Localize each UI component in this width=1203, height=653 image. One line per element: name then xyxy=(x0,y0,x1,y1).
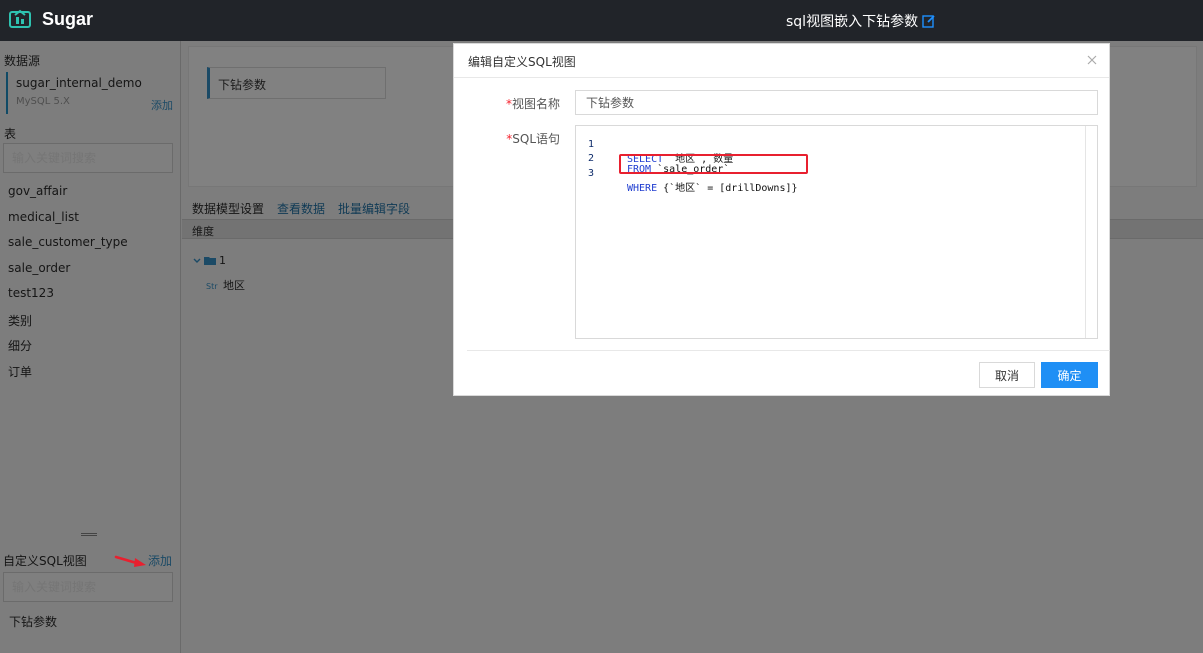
view-name-label-text: 视图名称 xyxy=(511,97,560,111)
tables-heading: 表 xyxy=(4,127,17,141)
sql-keyword: WHERE xyxy=(627,183,658,194)
modal-header: 编辑自定义SQL视图 xyxy=(454,44,1109,78)
report-title-text: sql视图嵌入下钻参数 xyxy=(786,14,919,30)
view-name-input[interactable] xyxy=(575,90,1098,115)
tab-view-data[interactable]: 查看数据 xyxy=(277,200,325,217)
line-number: 3 xyxy=(588,168,595,179)
sql-label-text: SQL语句 xyxy=(512,132,560,146)
sql-views-heading: 自定义SQL视图 xyxy=(3,554,87,568)
tree-folder[interactable]: 1 xyxy=(193,254,226,267)
top-bar: Sugar sql视图嵌入下钻参数 xyxy=(0,0,1203,41)
chevron-down-icon xyxy=(193,258,201,263)
datasource-heading: 数据源 xyxy=(4,54,41,68)
datasource-name: sugar_internal_demo xyxy=(16,76,142,90)
field-type-badge: Str xyxy=(206,282,218,291)
tree-field[interactable]: Str 地区 xyxy=(206,277,245,293)
edit-icon[interactable] xyxy=(922,14,936,28)
table-item[interactable]: test123 xyxy=(8,286,128,312)
datasource-add-link[interactable]: 添加 xyxy=(151,97,173,113)
logo[interactable]: Sugar xyxy=(8,7,93,31)
datasource-type: MySQL 5.X xyxy=(16,96,70,107)
table-item[interactable]: 细分 xyxy=(8,337,128,363)
ok-button[interactable]: 确定 xyxy=(1041,362,1098,388)
modal-title: 编辑自定义SQL视图 xyxy=(468,55,576,69)
tree-field-label: 地区 xyxy=(223,279,246,292)
table-item[interactable]: 类别 xyxy=(8,312,128,338)
code-line: 2 FROM `sale_order` xyxy=(576,142,729,175)
red-arrow-annotation-icon xyxy=(114,555,146,567)
sql-view-add-link[interactable]: 添加 xyxy=(148,552,172,569)
sql-views-header: 自定义SQL视图 添加 xyxy=(0,552,181,569)
table-item[interactable]: sale_customer_type xyxy=(8,235,128,261)
table-item[interactable]: gov_affair xyxy=(8,184,128,210)
editor-scrollbar[interactable] xyxy=(1085,126,1097,338)
code-line: 1 SELECT `地区`,`数量` xyxy=(576,128,739,165)
edit-sql-view-modal: 编辑自定义SQL视图 *视图名称 *SQL语句 1 SELECT `地区`,`数… xyxy=(453,43,1110,396)
code-text: WHERE {`地区` = [drillDowns]} xyxy=(627,179,798,194)
view-name-label: *视图名称 xyxy=(506,95,560,112)
model-tabs: 数据模型设置 查看数据 批量编辑字段 xyxy=(192,200,410,217)
folder-icon xyxy=(204,257,216,265)
sql-view-item[interactable]: 下钻参数 xyxy=(9,613,57,630)
divider xyxy=(467,350,1110,351)
table-item[interactable]: medical_list xyxy=(8,210,128,236)
sidebar: 数据源 sugar_internal_demo MySQL 5.X 添加 表 g… xyxy=(0,41,181,653)
sql-rest: {`地区` = [drillDowns]} xyxy=(657,183,798,194)
sql-editor[interactable]: 1 SELECT `地区`,`数量` 2 FROM `sale_order` 3… xyxy=(575,125,1098,339)
red-highlight-annotation xyxy=(619,154,808,174)
cancel-button[interactable]: 取消 xyxy=(979,362,1035,388)
view-tab[interactable]: 下钻参数 xyxy=(207,67,386,99)
report-title: sql视图嵌入下钻参数 xyxy=(786,11,936,31)
tree-folder-label: 1 xyxy=(219,254,226,267)
table-item[interactable]: 订单 xyxy=(8,363,128,389)
sql-view-search-input[interactable] xyxy=(3,572,173,602)
sql-label: *SQL语句 xyxy=(506,130,560,147)
tab-model-settings[interactable]: 数据模型设置 xyxy=(192,200,264,217)
brand-name: Sugar xyxy=(42,8,94,29)
resize-handle[interactable] xyxy=(81,533,97,536)
tab-batch-edit[interactable]: 批量编辑字段 xyxy=(338,200,410,217)
datasource-item[interactable]: sugar_internal_demo MySQL 5.X 添加 xyxy=(6,72,173,114)
code-line: 3 WHERE {`地区` = [drillDowns]} xyxy=(576,157,798,194)
close-icon[interactable] xyxy=(1085,53,1099,67)
sugar-logo-icon xyxy=(9,9,31,28)
table-item[interactable]: sale_order xyxy=(8,261,128,287)
table-search-input[interactable] xyxy=(3,143,173,173)
table-list: gov_affair medical_list sale_customer_ty… xyxy=(8,184,128,388)
